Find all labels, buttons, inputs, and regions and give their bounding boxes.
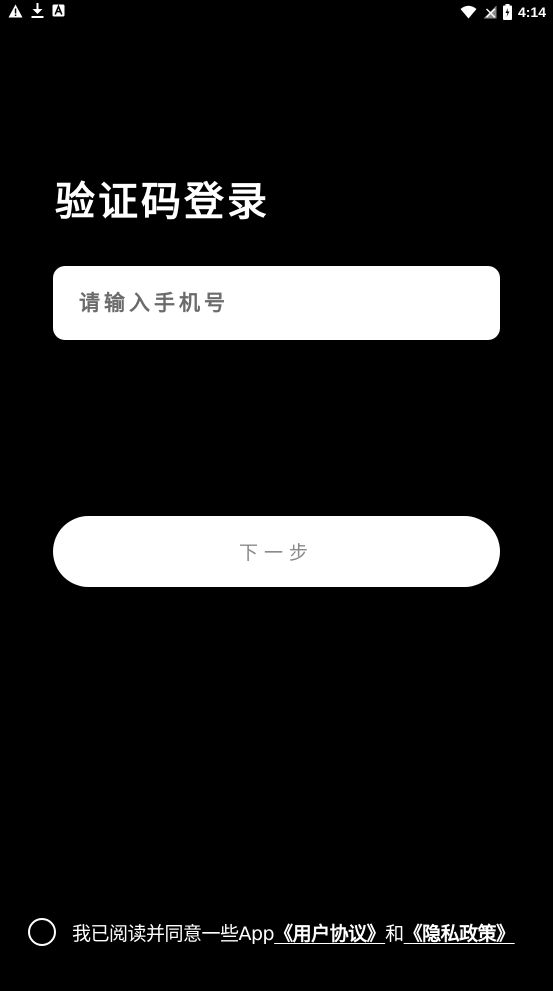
status-bar-left	[8, 3, 65, 18]
status-bar-right: 4:14	[460, 2, 546, 22]
privacy-policy-link[interactable]: 《隐私政策》	[404, 919, 516, 946]
phone-number-input[interactable]	[53, 266, 500, 340]
signal-icon	[483, 5, 497, 19]
warning-icon	[8, 4, 23, 18]
agreement-checkbox[interactable]	[28, 918, 56, 946]
battery-icon	[502, 4, 512, 20]
agreement-prefix-text: 我已阅读并同意一些App	[72, 922, 275, 945]
status-bar: 4:14	[0, 0, 553, 24]
user-agreement-link[interactable]: 《用户协议》	[274, 919, 386, 946]
next-step-button[interactable]: 下一步	[53, 516, 500, 587]
download-icon	[31, 3, 44, 18]
agreement-row: 我已阅读并同意一些App 《用户协议》 和 《隐私政策》	[28, 915, 515, 949]
status-time: 4:14	[517, 4, 546, 20]
page-title: 验证码登录	[55, 179, 270, 225]
agreement-conjunction-text: 和	[385, 922, 404, 945]
app-notification-icon	[52, 4, 65, 17]
wifi-icon	[460, 5, 477, 19]
